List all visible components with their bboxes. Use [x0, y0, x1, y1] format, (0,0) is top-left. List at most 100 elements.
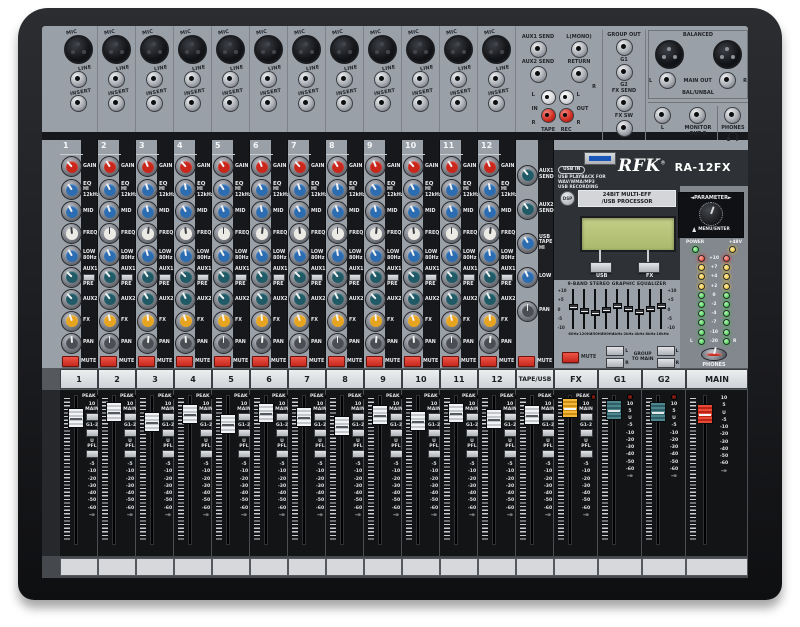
channel-12-pan-knob[interactable] — [479, 333, 500, 354]
channel-7-eq-low-knob[interactable] — [289, 245, 310, 266]
pfl-button-TAPE/USB[interactable] — [542, 450, 555, 458]
channel-9-gain-knob[interactable] — [365, 156, 386, 177]
channel-3-eq-hi-knob[interactable] — [137, 179, 158, 200]
channel-9-eq-hi-knob[interactable] — [365, 179, 386, 200]
channel-6-eq-hi-knob[interactable] — [251, 179, 272, 200]
pfl-button-3[interactable] — [162, 450, 175, 458]
channel-10-eq-mid-freq-knob[interactable] — [403, 223, 424, 244]
rec-out-l-rca[interactable] — [559, 90, 574, 105]
channel-8-insert-jack[interactable] — [336, 95, 353, 112]
channel-8-eq-mid-knob[interactable] — [327, 201, 348, 222]
channel-2-pan-knob[interactable] — [99, 333, 120, 354]
channel-12-gain-knob[interactable] — [479, 156, 500, 177]
channel-1-aux1-knob[interactable] — [61, 267, 82, 288]
channel-2-eq-mid-knob[interactable] — [99, 201, 120, 222]
channel-2-mic-xlr[interactable] — [102, 35, 131, 64]
channel-8-eq-mid-freq-knob[interactable] — [327, 223, 348, 244]
channel-12-aux2-knob[interactable] — [479, 289, 500, 310]
tape-usb-mute-button[interactable] — [518, 356, 535, 367]
channel-3-eq-mid-knob[interactable] — [137, 201, 158, 222]
main-out-r-jack[interactable] — [719, 72, 736, 89]
main-assign-button-TAPE/USB[interactable] — [542, 413, 555, 421]
g12-assign-button-11[interactable] — [466, 429, 479, 437]
pfl-button-7[interactable] — [314, 450, 327, 458]
main-out-l-jack[interactable] — [659, 72, 676, 89]
aux1-send-master-knob[interactable] — [517, 165, 538, 186]
pfl-button-1[interactable] — [86, 450, 99, 458]
channel-9-aux2-knob[interactable] — [365, 289, 386, 310]
balanced-out-l-xlr[interactable] — [655, 40, 684, 69]
channel-4-eq-mid-knob[interactable] — [175, 201, 196, 222]
channel-8-pan-knob[interactable] — [327, 333, 348, 354]
aux2-send-master-knob[interactable] — [517, 199, 538, 220]
main-assign-button-3[interactable] — [162, 413, 175, 421]
fader-cap-1[interactable] — [68, 408, 84, 428]
main-assign-button-2[interactable] — [124, 413, 137, 421]
channel-11-pan-knob[interactable] — [441, 333, 462, 354]
channel-12-aux1-pre-button[interactable] — [501, 274, 513, 281]
channel-1-eq-mid-knob[interactable] — [61, 201, 82, 222]
channel-10-mic-xlr[interactable] — [406, 35, 435, 64]
channel-1-eq-mid-freq-knob[interactable] — [61, 223, 82, 244]
geq-slider-120Hz[interactable] — [579, 288, 590, 330]
channel-7-aux1-knob[interactable] — [289, 267, 310, 288]
channel-4-aux2-knob[interactable] — [175, 289, 196, 310]
fader-cap-11[interactable] — [448, 403, 464, 423]
channel-3-aux1-pre-button[interactable] — [159, 274, 171, 281]
channel-1-eq-hi-knob[interactable] — [61, 179, 82, 200]
channel-4-aux1-pre-button[interactable] — [197, 274, 209, 281]
channel-4-aux1-knob[interactable] — [175, 267, 196, 288]
channel-10-eq-mid-knob[interactable] — [403, 201, 424, 222]
geq-slider-1kHz[interactable] — [612, 288, 623, 330]
channel-4-mute-button[interactable] — [176, 356, 193, 367]
g12-assign-button-1[interactable] — [86, 429, 99, 437]
fader-cap-9[interactable] — [372, 405, 388, 425]
channel-9-aux1-pre-button[interactable] — [387, 274, 399, 281]
channel-4-eq-hi-knob[interactable] — [175, 179, 196, 200]
return-l-jack[interactable] — [571, 41, 588, 58]
channel-2-mute-button[interactable] — [100, 356, 117, 367]
fader-cap-6[interactable] — [258, 403, 274, 423]
channel-7-gain-knob[interactable] — [289, 156, 310, 177]
geq-slider-cap[interactable] — [580, 308, 589, 314]
main-assign-button-FX[interactable] — [580, 413, 593, 421]
g12-assign-button-9[interactable] — [390, 429, 403, 437]
channel-10-insert-jack[interactable] — [412, 95, 429, 112]
channel-6-aux1-knob[interactable] — [251, 267, 272, 288]
g2-to-main-r-button[interactable] — [657, 358, 675, 368]
geq-slider-4kHz[interactable] — [634, 288, 645, 330]
channel-6-line-jack[interactable] — [260, 71, 277, 88]
pfl-button-2[interactable] — [124, 450, 137, 458]
channel-3-line-jack[interactable] — [146, 71, 163, 88]
channel-5-eq-low-knob[interactable] — [213, 245, 234, 266]
channel-6-eq-mid-freq-knob[interactable] — [251, 223, 272, 244]
group-out-g2-jack[interactable] — [616, 64, 633, 81]
channel-3-insert-jack[interactable] — [146, 95, 163, 112]
tape-in-l-rca[interactable] — [541, 90, 556, 105]
channel-11-line-jack[interactable] — [450, 71, 467, 88]
channel-9-eq-mid-knob[interactable] — [365, 201, 386, 222]
channel-11-eq-mid-knob[interactable] — [441, 201, 462, 222]
channel-7-mute-button[interactable] — [290, 356, 307, 367]
usb-tape-low-knob[interactable] — [517, 267, 538, 288]
channel-10-aux1-pre-button[interactable] — [425, 274, 437, 281]
channel-2-aux1-knob[interactable] — [99, 267, 120, 288]
usb-port[interactable] — [584, 152, 616, 165]
channel-2-aux1-pre-button[interactable] — [121, 274, 133, 281]
channel-10-mute-button[interactable] — [404, 356, 421, 367]
channel-4-insert-jack[interactable] — [184, 95, 201, 112]
channel-2-eq-hi-knob[interactable] — [99, 179, 120, 200]
main-assign-button-4[interactable] — [200, 413, 213, 421]
channel-12-mic-xlr[interactable] — [482, 35, 511, 64]
channel-2-eq-low-knob[interactable] — [99, 245, 120, 266]
fader-cap-8[interactable] — [334, 416, 350, 436]
geq-slider-cap[interactable] — [646, 306, 655, 312]
g12-assign-button-7[interactable] — [314, 429, 327, 437]
channel-11-aux1-knob[interactable] — [441, 267, 462, 288]
channel-9-line-jack[interactable] — [374, 71, 391, 88]
fx-send-jack[interactable] — [616, 95, 633, 112]
channel-2-fx-send-knob[interactable] — [99, 311, 120, 332]
pfl-button-5[interactable] — [238, 450, 251, 458]
channel-5-gain-knob[interactable] — [213, 156, 234, 177]
channel-5-eq-mid-freq-knob[interactable] — [213, 223, 234, 244]
